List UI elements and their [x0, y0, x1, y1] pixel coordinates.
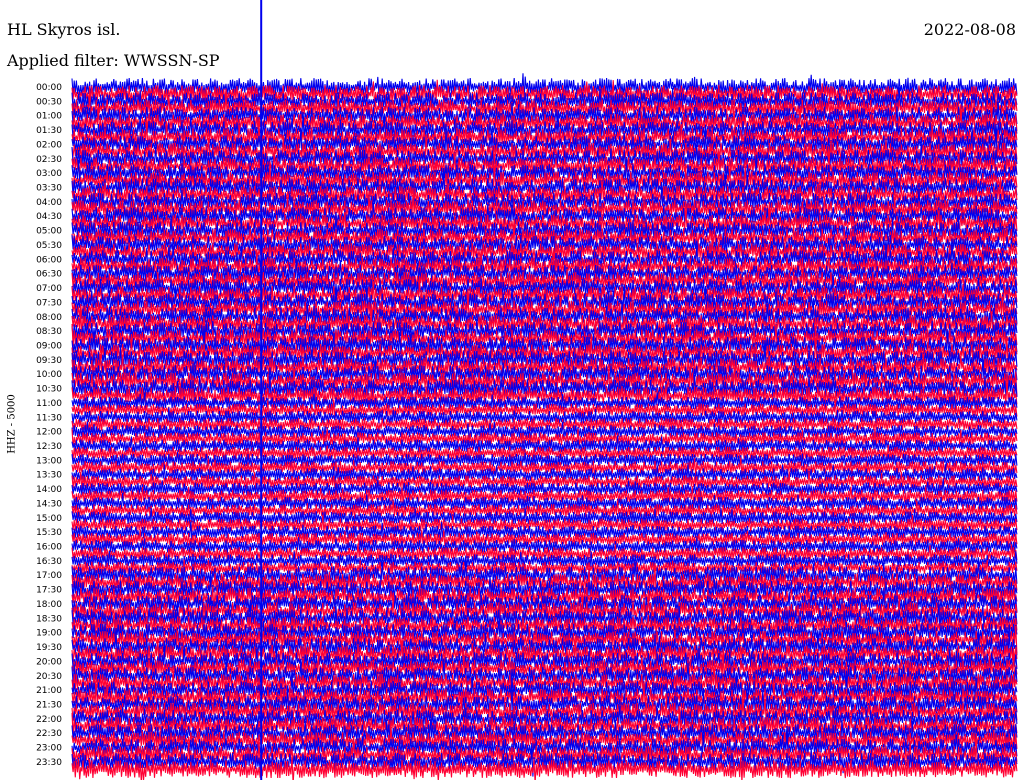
time-label: 14:00: [36, 485, 62, 495]
time-label: 13:30: [36, 471, 62, 481]
time-label: 22:00: [36, 715, 62, 725]
time-label: 10:00: [36, 370, 62, 380]
time-label: 02:30: [36, 155, 62, 165]
time-label: 12:00: [36, 428, 62, 438]
time-label: 20:00: [36, 657, 62, 667]
time-label: 17:30: [36, 586, 62, 596]
helicorder-plot: 00:00 00:30 01:00 01:30 02:00 02:30 03:00 03:30…: [36, 0, 1018, 780]
time-label: 09:30: [36, 356, 62, 366]
time-label: 21:00: [36, 686, 62, 696]
time-label: 20:30: [36, 672, 62, 682]
time-label: 03:30: [36, 184, 62, 194]
time-label: 21:30: [36, 700, 62, 710]
time-label: 07:00: [36, 284, 62, 294]
time-label: 22:30: [36, 729, 62, 739]
time-label: 11:30: [36, 413, 62, 423]
time-label: 15:00: [36, 514, 62, 524]
time-label: 18:30: [36, 614, 62, 624]
time-label: 11:00: [36, 399, 62, 409]
time-label: 02:00: [36, 140, 62, 150]
time-label: 01:00: [36, 112, 62, 122]
time-label: 08:00: [36, 313, 62, 323]
time-label: 05:00: [36, 227, 62, 237]
time-label: 05:30: [36, 241, 62, 251]
time-label: 06:00: [36, 255, 62, 265]
time-label: 19:30: [36, 643, 62, 653]
time-label: 03:00: [36, 169, 62, 179]
time-label: 12:30: [36, 442, 62, 452]
time-label: 19:00: [36, 629, 62, 639]
time-label: 07:30: [36, 298, 62, 308]
time-label: 10:30: [36, 385, 62, 395]
time-label: 04:00: [36, 198, 62, 208]
traces-group: [71, 73, 1018, 780]
time-label: 00:30: [36, 97, 62, 107]
time-label: 09:00: [36, 341, 62, 351]
time-label: 06:30: [36, 270, 62, 280]
time-label: 16:30: [36, 557, 62, 567]
time-label: 14:30: [36, 499, 62, 509]
time-label: 16:00: [36, 543, 62, 553]
time-labels-group: 00:00 00:30 01:00 01:30 02:00 02:30 03:00 03:30…: [36, 83, 62, 768]
time-label: 15:30: [36, 528, 62, 538]
time-label: 18:00: [36, 600, 62, 610]
time-label: 13:00: [36, 456, 62, 466]
time-label: 04:30: [36, 212, 62, 222]
time-label: 01:30: [36, 126, 62, 136]
time-label: 17:00: [36, 571, 62, 581]
time-label: 00:00: [36, 83, 62, 93]
time-label: 23:00: [36, 744, 62, 754]
time-label: 23:30: [36, 758, 62, 768]
time-label: 08:30: [36, 327, 62, 337]
